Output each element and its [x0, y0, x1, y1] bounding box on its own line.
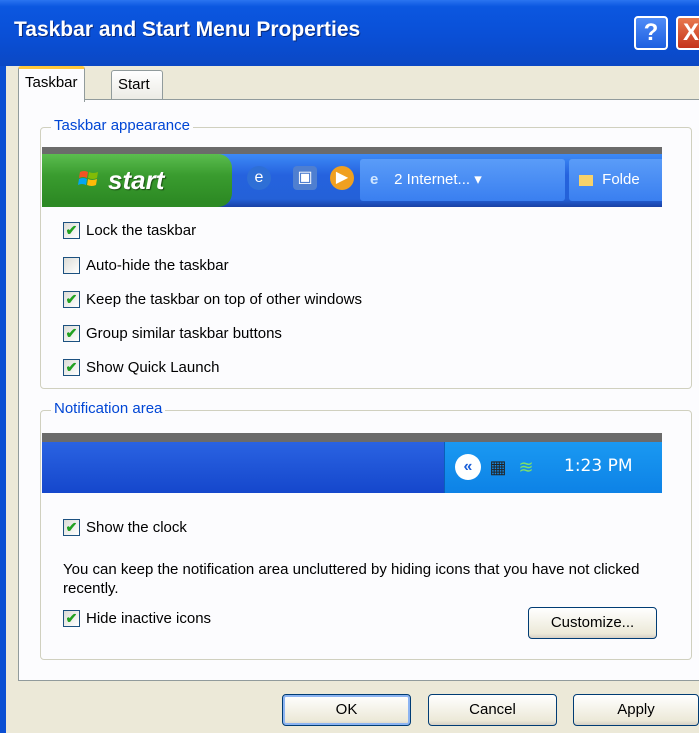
- task-button-internet-label: 2 Internet...: [394, 171, 471, 188]
- window-title: Taskbar and Start Menu Properties: [14, 18, 361, 41]
- task-button-internet: e 2 Internet... ▾: [360, 159, 565, 201]
- tab-panel: Taskbar appearance start e ▣ ▶ e 2 Inter…: [18, 99, 699, 681]
- notification-area-group: Notification area « ▦ ≋ 1:23 PM ✔ Show th…: [40, 400, 692, 660]
- keep-on-top-label: Keep the taskbar on top of other windows: [86, 291, 363, 308]
- preview-separator: [42, 147, 662, 154]
- option-keep-on-top[interactable]: ✔ Keep the taskbar on top of other window…: [63, 290, 362, 310]
- lock-taskbar-checkbox[interactable]: ✔: [63, 221, 80, 239]
- ok-button[interactable]: OK: [282, 694, 411, 726]
- option-show-clock[interactable]: ✔ Show the clock: [63, 518, 187, 538]
- hide-inactive-label: Hide inactive icons: [86, 610, 212, 627]
- title-bar[interactable]: Taskbar and Start Menu Properties ? X: [0, 0, 699, 66]
- show-clock-label: Show the clock: [86, 519, 187, 536]
- quick-launch-label: Show Quick Launch: [86, 359, 220, 376]
- task-button-folder: Folde: [569, 159, 662, 201]
- taskbar-preview: start e ▣ ▶ e 2 Internet... ▾ Folde: [42, 147, 662, 207]
- task-dropdown-icon: ▾: [474, 171, 482, 188]
- internet-explorer-icon: e: [247, 166, 271, 190]
- start-button-preview: start: [42, 154, 232, 207]
- customize-button[interactable]: Customize...: [528, 607, 657, 639]
- option-hide-inactive[interactable]: ✔ Hide inactive icons: [63, 609, 211, 629]
- notification-area-label: Notification area: [51, 400, 166, 417]
- hide-inactive-checkbox[interactable]: ✔: [63, 609, 80, 627]
- group-buttons-label: Group similar taskbar buttons: [86, 325, 282, 342]
- window-border: [0, 66, 6, 733]
- folder-icon: [579, 174, 593, 186]
- help-button[interactable]: ?: [634, 16, 668, 50]
- option-lock-taskbar[interactable]: ✔ Lock the taskbar: [63, 221, 196, 241]
- option-group-buttons[interactable]: ✔ Group similar taskbar buttons: [63, 324, 282, 344]
- ie-task-icon: e: [370, 171, 379, 188]
- show-desktop-icon: ▣: [293, 166, 317, 190]
- show-clock-checkbox[interactable]: ✔: [63, 518, 80, 536]
- apply-button[interactable]: Apply: [573, 694, 699, 726]
- option-auto-hide[interactable]: Auto-hide the taskbar: [63, 256, 229, 276]
- system-tray: « ▦ ≋ 1:23 PM: [444, 442, 662, 493]
- notification-description: You can keep the notification area unclu…: [63, 561, 640, 597]
- preview-separator: [42, 433, 662, 442]
- keep-on-top-checkbox[interactable]: ✔: [63, 290, 80, 308]
- tab-start-menu[interactable]: Start Menu: [111, 70, 163, 121]
- media-player-icon: ▶: [330, 166, 354, 190]
- auto-hide-checkbox[interactable]: [63, 256, 80, 274]
- network-icon: ▦: [489, 457, 507, 477]
- start-label: start: [108, 165, 165, 195]
- properties-window: Taskbar and Start Menu Properties ? X Ta…: [0, 0, 699, 733]
- lock-taskbar-label: Lock the taskbar: [86, 222, 197, 239]
- taskbar-appearance-label: Taskbar appearance: [51, 117, 193, 134]
- tray-clock: 1:23 PM: [564, 456, 633, 476]
- group-buttons-checkbox[interactable]: ✔: [63, 324, 80, 342]
- option-quick-launch[interactable]: ✔ Show Quick Launch: [63, 358, 219, 378]
- auto-hide-label: Auto-hide the taskbar: [86, 257, 229, 274]
- taskbar-appearance-group: Taskbar appearance start e ▣ ▶ e 2 Inter…: [40, 117, 692, 389]
- connection-icon: ≋: [518, 457, 534, 477]
- quick-launch-checkbox[interactable]: ✔: [63, 358, 80, 376]
- cancel-button[interactable]: Cancel: [428, 694, 557, 726]
- expand-tray-icon: «: [455, 454, 481, 480]
- close-button[interactable]: X: [676, 16, 699, 50]
- tab-taskbar[interactable]: Taskbar: [18, 66, 85, 102]
- windows-flag-icon: [78, 171, 98, 186]
- notification-preview: « ▦ ≋ 1:23 PM: [42, 433, 662, 493]
- task-button-folder-label: Folde: [602, 171, 640, 188]
